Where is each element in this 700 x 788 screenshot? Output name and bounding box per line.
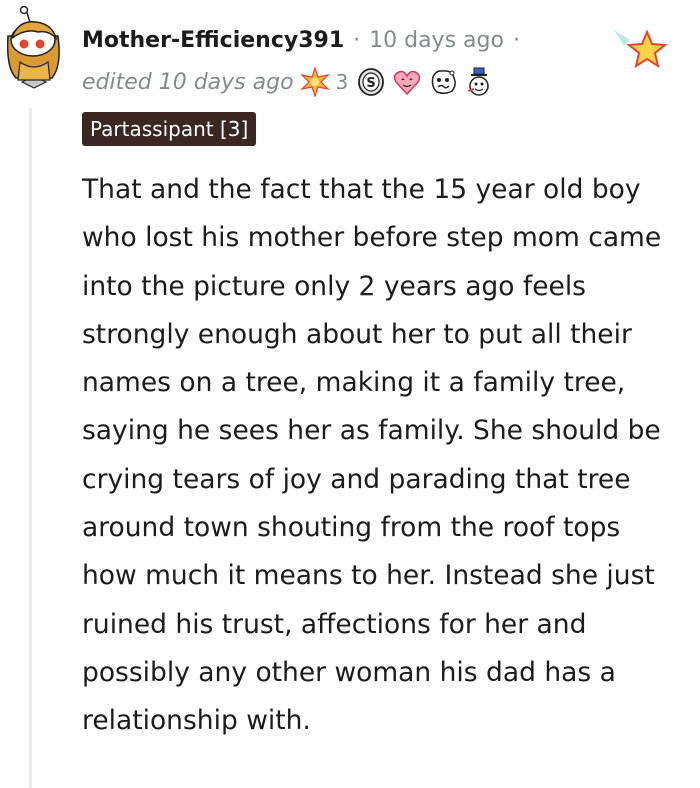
edited-label: edited 10 days ago xyxy=(82,69,294,95)
meta-separator: · xyxy=(353,27,361,53)
silver-coin-award-icon[interactable]: S xyxy=(356,67,386,97)
thread-line[interactable] xyxy=(29,108,32,788)
comment-header: Mother-Efficiency391 · 10 days ago · xyxy=(82,24,529,56)
timestamp-link[interactable]: 10 days ago xyxy=(369,28,504,53)
starburst-award-icon[interactable] xyxy=(299,66,330,98)
meta-separator: · xyxy=(512,27,520,53)
star-award-icon[interactable] xyxy=(612,26,668,76)
confused-face-award-icon[interactable] xyxy=(428,67,458,97)
snoo-avatar-icon xyxy=(6,5,60,89)
avatar[interactable] xyxy=(0,5,70,90)
username-link[interactable]: Mother-Efficiency391 xyxy=(82,28,344,53)
award-count: 3 xyxy=(335,70,349,94)
user-flair: Partassipant [3] xyxy=(82,112,257,146)
svg-text:S: S xyxy=(367,76,376,91)
heart-eyes-award-icon[interactable] xyxy=(392,67,422,97)
comment-body: That and the fact that the 15 year old b… xyxy=(82,174,662,737)
snowman-award-icon[interactable] xyxy=(464,67,494,97)
comment-meta: edited 10 days ago 3 S xyxy=(82,64,500,100)
